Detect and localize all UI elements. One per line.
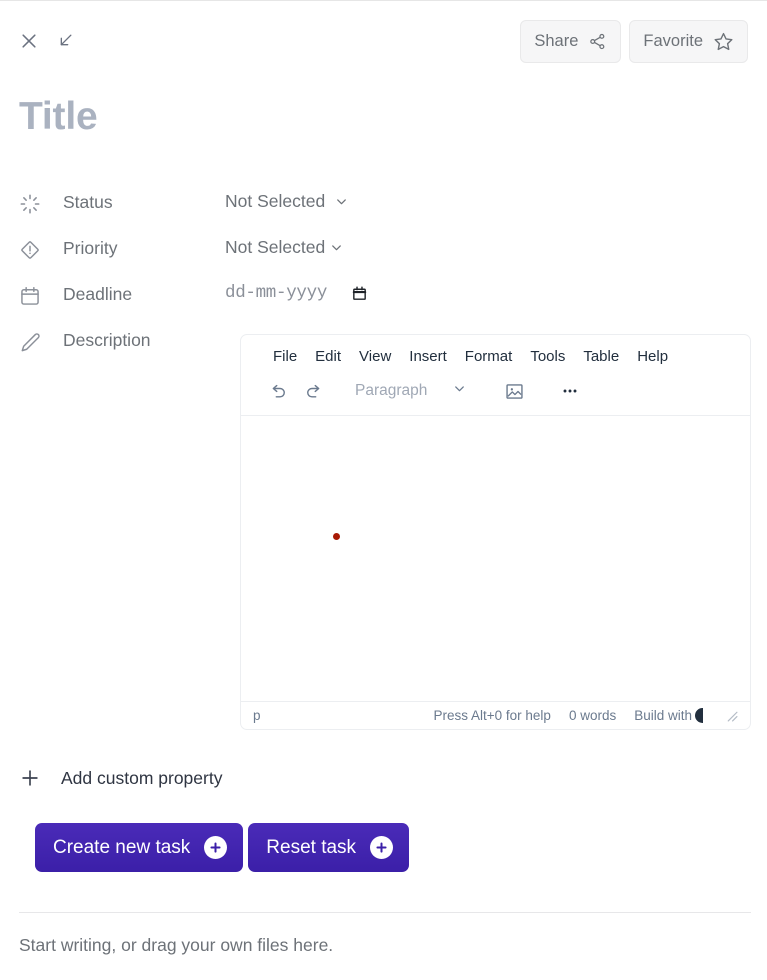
window-controls	[19, 31, 74, 51]
chevron-down-icon	[452, 381, 467, 401]
menu-item-format[interactable]: Format	[458, 344, 520, 369]
description-editor: File Edit View Insert Format Tools Table…	[240, 334, 751, 730]
plus-circle-icon	[204, 836, 228, 859]
menu-item-file[interactable]: File	[266, 344, 304, 369]
menu-item-tools[interactable]: Tools	[523, 344, 572, 369]
undo-icon[interactable]	[261, 376, 295, 406]
editor-help-text[interactable]: Press Alt+0 for help	[433, 708, 550, 723]
property-row-deadline: Deadline dd-mm-yyyy	[19, 283, 759, 316]
chevron-down-icon	[329, 240, 344, 255]
property-label-priority: Priority	[63, 238, 118, 258]
footer-hint-text[interactable]: Start writing, or drag your own files he…	[19, 935, 333, 956]
tinymce-logo-icon	[695, 708, 703, 723]
share-button-label: Share	[534, 32, 579, 51]
editor-menubar: File Edit View Insert Format Tools Table…	[241, 335, 750, 374]
calendar-icon	[19, 283, 47, 307]
deadline-date-placeholder: dd-mm-yyyy	[225, 283, 328, 303]
favorite-button-label: Favorite	[643, 32, 703, 51]
deadline-date-input[interactable]: dd-mm-yyyy	[225, 283, 368, 303]
menu-item-help[interactable]: Help	[630, 344, 675, 369]
menu-item-table[interactable]: Table	[576, 344, 626, 369]
priority-diamond-icon	[19, 237, 47, 261]
share-icon	[588, 32, 607, 51]
page-title[interactable]: Title	[19, 94, 98, 141]
create-new-task-button[interactable]: Create new task	[35, 823, 244, 872]
image-icon[interactable]	[497, 376, 531, 406]
editor-toolbar: Paragraph	[241, 374, 750, 416]
block-format-value: Paragraph	[355, 382, 428, 399]
add-custom-property-button[interactable]: Add custom property	[19, 767, 222, 789]
menu-item-view[interactable]: View	[352, 344, 398, 369]
block-format-select[interactable]: Paragraph	[347, 376, 475, 406]
editor-content-area[interactable]	[241, 416, 750, 701]
property-label-deadline: Deadline	[63, 284, 133, 304]
property-label-status: Status	[63, 192, 113, 212]
element-path[interactable]: p	[253, 708, 261, 723]
favorite-button[interactable]: Favorite	[629, 20, 748, 63]
reset-task-button[interactable]: Reset task	[248, 823, 410, 872]
chevron-down-icon	[334, 194, 349, 209]
reset-task-label: Reset task	[266, 837, 357, 858]
word-count: 0 words	[568, 708, 617, 723]
priority-select[interactable]: Not Selected	[225, 237, 344, 258]
editor-brand-label: Build with	[634, 708, 692, 723]
priority-select-value: Not Selected	[225, 237, 326, 257]
expand-icon[interactable]	[55, 32, 74, 51]
property-row-status: Status Not Selected	[19, 191, 759, 224]
close-icon[interactable]	[19, 31, 39, 51]
property-label-description: Description	[63, 330, 151, 350]
menu-item-insert[interactable]: Insert	[402, 344, 454, 369]
status-select[interactable]: Not Selected	[225, 191, 349, 212]
footer-divider	[19, 912, 751, 913]
calendar-picker-icon[interactable]	[351, 285, 368, 302]
spinner-icon	[19, 191, 47, 215]
menu-item-edit[interactable]: Edit	[308, 344, 348, 369]
content-marker-dot	[333, 533, 340, 540]
status-select-value: Not Selected	[225, 191, 326, 211]
editor-statusbar: p Press Alt+0 for help 0 words Build wit…	[241, 701, 750, 729]
redo-icon[interactable]	[297, 376, 331, 406]
create-new-task-label: Create new task	[53, 837, 191, 858]
add-custom-property-label: Add custom property	[61, 767, 223, 788]
plus-circle-icon	[370, 836, 394, 859]
editor-resize-handle[interactable]	[725, 709, 738, 722]
share-button[interactable]: Share	[520, 20, 622, 63]
pencil-icon	[19, 329, 47, 353]
editor-brand-link[interactable]: Build with	[634, 708, 703, 723]
property-row-priority: Priority Not Selected	[19, 237, 759, 270]
star-icon	[713, 31, 734, 52]
header-actions: Share Favorite	[520, 20, 748, 63]
task-action-buttons: Create new task Reset task	[35, 823, 410, 872]
top-bar: Share Favorite	[0, 1, 767, 87]
more-options-icon[interactable]	[553, 376, 587, 406]
task-detail-page: Share Favorite Title Status Not Selected…	[0, 0, 767, 980]
plus-icon	[19, 767, 41, 789]
